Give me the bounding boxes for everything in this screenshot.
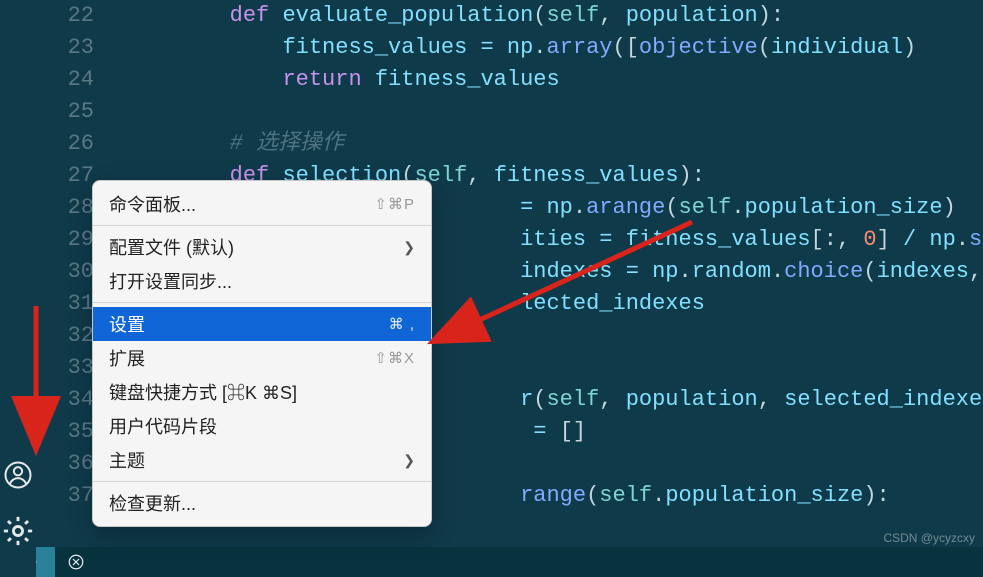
menu-item-label: 命令面板... [109,191,196,217]
menu-item-shortcut: ⌘ , [389,315,415,333]
code-line[interactable]: 22 def evaluate_population(self, populat… [36,0,983,32]
gutter-line-number: 22 [36,0,124,32]
menu-item-profiles[interactable]: 配置文件 (默认) ❯ [93,230,431,264]
menu-item-shortcut: ⇧⌘P [374,195,415,213]
code-text: return fitness_values [124,64,560,96]
gutter-line-number: 26 [36,128,124,160]
code-line[interactable]: 26 # 选择操作 [36,128,983,160]
menu-separator [93,225,431,226]
menu-item-snippets[interactable]: 用户代码片段 [93,409,431,443]
status-error-icon[interactable] [67,553,85,571]
menu-item-label: 配置文件 (默认) [109,234,234,260]
gutter-line-number: 25 [36,96,124,128]
menu-item-label: 检查更新... [109,490,196,516]
code-text: def evaluate_population(self, population… [124,0,784,32]
account-icon[interactable] [0,457,36,493]
code-line[interactable]: 25 [36,96,983,128]
menu-item-label: 打开设置同步... [109,268,232,294]
menu-item-keyboard-shortcuts[interactable]: 键盘快捷方式 [⌘K ⌘S] [93,375,431,409]
menu-item-settings[interactable]: 设置 ⌘ , [93,307,431,341]
code-line[interactable]: 24 return fitness_values [36,64,983,96]
gutter-line-number: 24 [36,64,124,96]
menu-item-label: 键盘快捷方式 [⌘K ⌘S] [109,379,297,405]
menu-item-extensions[interactable]: 扩展 ⇧⌘X [93,341,431,375]
watermark: CSDN @ycyzcxy [883,531,975,545]
menu-item-settings-sync[interactable]: 打开设置同步... [93,264,431,298]
menu-item-theme[interactable]: 主题 ❯ [93,443,431,477]
chevron-right-icon: ❯ [403,452,415,469]
menu-separator [93,302,431,303]
settings-gear-icon[interactable] [0,513,36,549]
menu-item-command-palette[interactable]: 命令面板... ⇧⌘P [93,187,431,221]
menu-separator [93,481,431,482]
status-bar [0,547,983,577]
menu-item-shortcut: ⇧⌘X [374,349,415,367]
chevron-right-icon: ❯ [403,239,415,256]
activity-bar [0,0,36,577]
settings-context-menu: 命令面板... ⇧⌘P 配置文件 (默认) ❯ 打开设置同步... 设置 ⌘ , 扩展 ⇧⌘X 键… [92,180,432,527]
code-text: fitness_values = np.array([objective(ind… [124,32,916,64]
menu-item-check-updates[interactable]: 检查更新... [93,486,431,520]
menu-item-label: 主题 [109,447,145,473]
code-text: # 选择操作 [124,128,344,160]
menu-item-label: 扩展 [109,345,145,371]
code-line[interactable]: 23 fitness_values = np.array([objective(… [36,32,983,64]
menu-item-label: 设置 [109,311,145,337]
gutter-line-number: 23 [36,32,124,64]
menu-item-label: 用户代码片段 [109,413,217,439]
